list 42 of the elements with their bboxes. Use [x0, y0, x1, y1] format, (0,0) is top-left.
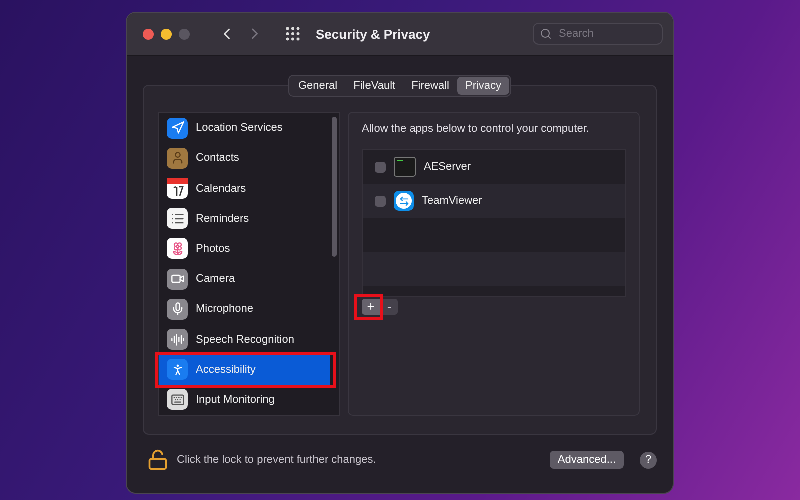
microphone-icon [167, 298, 188, 320]
unlocked-padlock-icon[interactable] [147, 449, 169, 471]
list-icon [167, 208, 188, 230]
grid-icon[interactable] [284, 25, 302, 43]
sidebar-item[interactable]: Camera [159, 264, 330, 294]
close-button[interactable] [143, 28, 154, 40]
tab[interactable]: General [290, 77, 346, 95]
search-icon [540, 28, 552, 40]
lock-hint-text: Click the lock to prevent further changes. [177, 454, 378, 466]
sidebar-item[interactable]: Photos [159, 234, 330, 264]
sidebar-item[interactable]: Contacts [159, 143, 330, 174]
keyboard-icon [167, 389, 188, 410]
scrollbar-thumb[interactable] [332, 117, 337, 257]
app-name: TeamViewer [422, 195, 482, 207]
calendar-icon [167, 178, 188, 199]
sidebar-item[interactable]: Input Monitoring [159, 384, 330, 416]
sidebar-item[interactable]: Calendars [159, 173, 330, 204]
double-arrow-icon [394, 191, 414, 211]
search-field[interactable]: Search [557, 27, 651, 41]
tab[interactable]: FileVault [346, 77, 404, 95]
sidebar-item[interactable]: Location Services [159, 113, 330, 144]
search-box[interactable]: Search [533, 23, 663, 45]
video-camera-icon [167, 268, 188, 290]
terminal-window-icon [394, 157, 416, 177]
sound-wave-icon [167, 329, 188, 350]
advanced-button[interactable]: Advanced... [550, 451, 624, 469]
accessibility-icon [167, 359, 188, 380]
help-button[interactable]: ? [640, 452, 657, 468]
checkbox[interactable] [375, 162, 386, 172]
sidebar-item[interactable]: Reminders [159, 204, 330, 234]
contact-icon [167, 148, 188, 169]
sidebar-item[interactable]: Speech Recognition [159, 324, 330, 355]
description-text: Allow the apps below to control your computer. [362, 123, 590, 135]
tab[interactable]: Privacy [457, 77, 510, 95]
minimize-button[interactable] [161, 28, 172, 40]
window-title: Security & Privacy [316, 26, 432, 42]
flower-icon [167, 238, 188, 260]
tab[interactable]: Firewall [404, 77, 458, 95]
sidebar-item[interactable]: Microphone [159, 294, 330, 324]
checkbox[interactable] [375, 196, 386, 206]
add-button[interactable]: + [362, 299, 380, 315]
app-name: AEServer [424, 161, 472, 173]
